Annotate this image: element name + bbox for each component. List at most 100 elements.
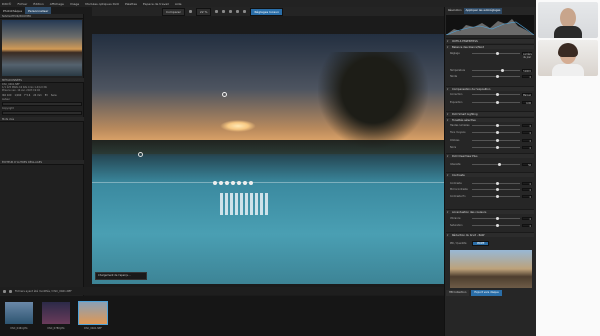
- crop-icon[interactable]: [215, 10, 219, 13]
- navigator-header[interactable]: NAVIGATEUR/ZOOMER: [0, 14, 83, 19]
- chevron-down-icon[interactable]: ▾: [447, 119, 448, 122]
- palette-section-header[interactable]: ▾ OUTILS ESSENTIELS: [446, 38, 534, 43]
- menu-item[interactable]: DXO©: [2, 2, 12, 6]
- slider[interactable]: [472, 101, 520, 104]
- folder-icon[interactable]: [9, 289, 12, 293]
- eyedropper-icon[interactable]: [229, 10, 233, 13]
- export-button[interactable]: Export vers disque: [471, 290, 502, 296]
- local-adjustments-button[interactable]: Réglages locaux: [250, 7, 283, 16]
- metadata-input[interactable]: [2, 111, 82, 116]
- slider-value[interactable]: Lumière du jour: [522, 52, 532, 59]
- slider-value[interactable]: Manuel: [522, 93, 532, 97]
- slider-value[interactable]: 0: [522, 131, 532, 135]
- menu-item[interactable]: Aide: [175, 2, 182, 6]
- slider-value[interactable]: 50: [522, 163, 532, 167]
- palette-section-header[interactable]: ▾ Compensation de l'exposition: [446, 86, 534, 91]
- slider-value[interactable]: 5100 K: [522, 69, 532, 73]
- chevron-down-icon[interactable]: ▾: [447, 234, 448, 237]
- slider-row: Teinte 0: [450, 75, 532, 79]
- menu-item[interactable]: Palettes: [125, 2, 137, 6]
- menu-item[interactable]: Fichier: [18, 2, 28, 6]
- navigator-preview[interactable]: [2, 20, 82, 76]
- palette-section-header[interactable]: ▾ Contraste: [446, 172, 534, 177]
- menu-item[interactable]: Image: [70, 2, 79, 6]
- mask-tool-icon[interactable]: [213, 181, 217, 185]
- slider[interactable]: [472, 146, 520, 149]
- menu-item[interactable]: Espace de travail: [143, 2, 169, 6]
- other-settings-header[interactable]: ÉDITEUR D'AUTRES RÉGLAGES: [0, 160, 84, 165]
- right-tab[interactable]: Résolution: [446, 8, 464, 14]
- thumbnail[interactable]: [5, 302, 33, 324]
- slider[interactable]: [472, 75, 520, 78]
- slider[interactable]: [472, 52, 520, 55]
- chevron-down-icon[interactable]: ▾: [447, 88, 448, 91]
- chevron-down-icon[interactable]: ▾: [447, 174, 448, 177]
- chevron-down-icon[interactable]: ▾: [447, 113, 448, 116]
- grid-icon[interactable]: [3, 289, 6, 293]
- chevron-down-icon[interactable]: ▾: [447, 211, 448, 214]
- menu-item[interactable]: Modules optiques DxO: [85, 2, 119, 6]
- slider[interactable]: [472, 131, 520, 134]
- palette-section-header[interactable]: ▾ Accentuation des couleurs: [446, 209, 534, 214]
- slider-value[interactable]: 0: [522, 224, 532, 228]
- palette-section-header[interactable]: ▾ Tonalités sélective: [446, 117, 534, 122]
- slider-value[interactable]: 0: [522, 146, 532, 150]
- palette-section-header[interactable]: ▾ Réduction du bruit - RAW: [446, 232, 534, 237]
- chevron-down-icon[interactable]: ▾: [447, 46, 448, 49]
- noise-mode-button[interactable]: PRIME: [472, 241, 490, 246]
- repair-icon[interactable]: [236, 10, 240, 13]
- slider[interactable]: [472, 163, 520, 166]
- collection-button[interactable]: HB Collection: [446, 290, 470, 296]
- slider-value[interactable]: 0: [522, 182, 532, 186]
- slider[interactable]: [472, 224, 520, 227]
- mask-tool-icon[interactable]: [231, 181, 235, 185]
- slider[interactable]: [472, 182, 520, 185]
- slider-value[interactable]: 0: [522, 124, 532, 128]
- slider[interactable]: [472, 69, 520, 72]
- slider-row: Réglage Lumière du jour: [450, 52, 532, 59]
- mask-tool-icon[interactable]: [249, 181, 253, 185]
- palette-section-header[interactable]: ▾ DxO Smart Lighting: [446, 111, 534, 116]
- slider[interactable]: [472, 188, 520, 191]
- mask-sliders[interactable]: [220, 193, 270, 215]
- histogram-graph: [446, 19, 534, 35]
- slider-value[interactable]: 0: [522, 75, 532, 79]
- slider-value[interactable]: 0: [522, 195, 532, 199]
- keywords-header[interactable]: Mots clés: [0, 117, 84, 123]
- menu-item[interactable]: Édition: [33, 2, 43, 6]
- noise-preview[interactable]: [450, 250, 532, 288]
- slider[interactable]: [472, 217, 520, 220]
- tab-library[interactable]: Photothèque: [0, 7, 25, 14]
- slider-value[interactable]: 0: [522, 188, 532, 192]
- metadata-input[interactable]: [2, 101, 82, 106]
- menu-item[interactable]: Affichage: [50, 2, 64, 6]
- palette-section-header[interactable]: ▾ Balance des blancs/Teint: [446, 44, 534, 49]
- thumbnail[interactable]: [42, 302, 70, 324]
- slider-value[interactable]: 0: [522, 139, 532, 143]
- right-tab[interactable]: Appliquer les autoréglages: [463, 8, 503, 14]
- chevron-down-icon[interactable]: ▾: [447, 155, 448, 158]
- slider[interactable]: [472, 195, 520, 198]
- chevron-down-icon[interactable]: ▾: [447, 40, 448, 43]
- slider[interactable]: [472, 124, 520, 127]
- thumbnail[interactable]: [78, 301, 108, 325]
- tab-customize[interactable]: Personnaliser: [25, 7, 52, 14]
- fit-icon[interactable]: [188, 10, 192, 13]
- palette-section-header[interactable]: ▾ DxO ClearView Plus: [446, 153, 534, 158]
- mask-tool-icon[interactable]: [225, 181, 229, 185]
- mask-icon[interactable]: [243, 10, 247, 13]
- slider[interactable]: [472, 139, 520, 142]
- slider-label: Contraste: [450, 182, 462, 185]
- zoom-select[interactable]: 22 %: [195, 7, 212, 16]
- slider-value[interactable]: 0: [522, 217, 532, 221]
- compare-button[interactable]: Comparer: [162, 7, 185, 16]
- mask-tool-icon[interactable]: [243, 181, 247, 185]
- local-mask-controls[interactable]: [212, 181, 274, 217]
- mask-tool-icon[interactable]: [237, 181, 241, 185]
- control-point-icon[interactable]: [138, 152, 143, 157]
- slider-value[interactable]: 0.00: [522, 101, 532, 105]
- gradient-pin-icon[interactable]: [222, 92, 227, 97]
- straighten-icon[interactable]: [222, 10, 226, 13]
- mask-tool-icon[interactable]: [219, 181, 223, 185]
- slider[interactable]: [472, 93, 520, 96]
